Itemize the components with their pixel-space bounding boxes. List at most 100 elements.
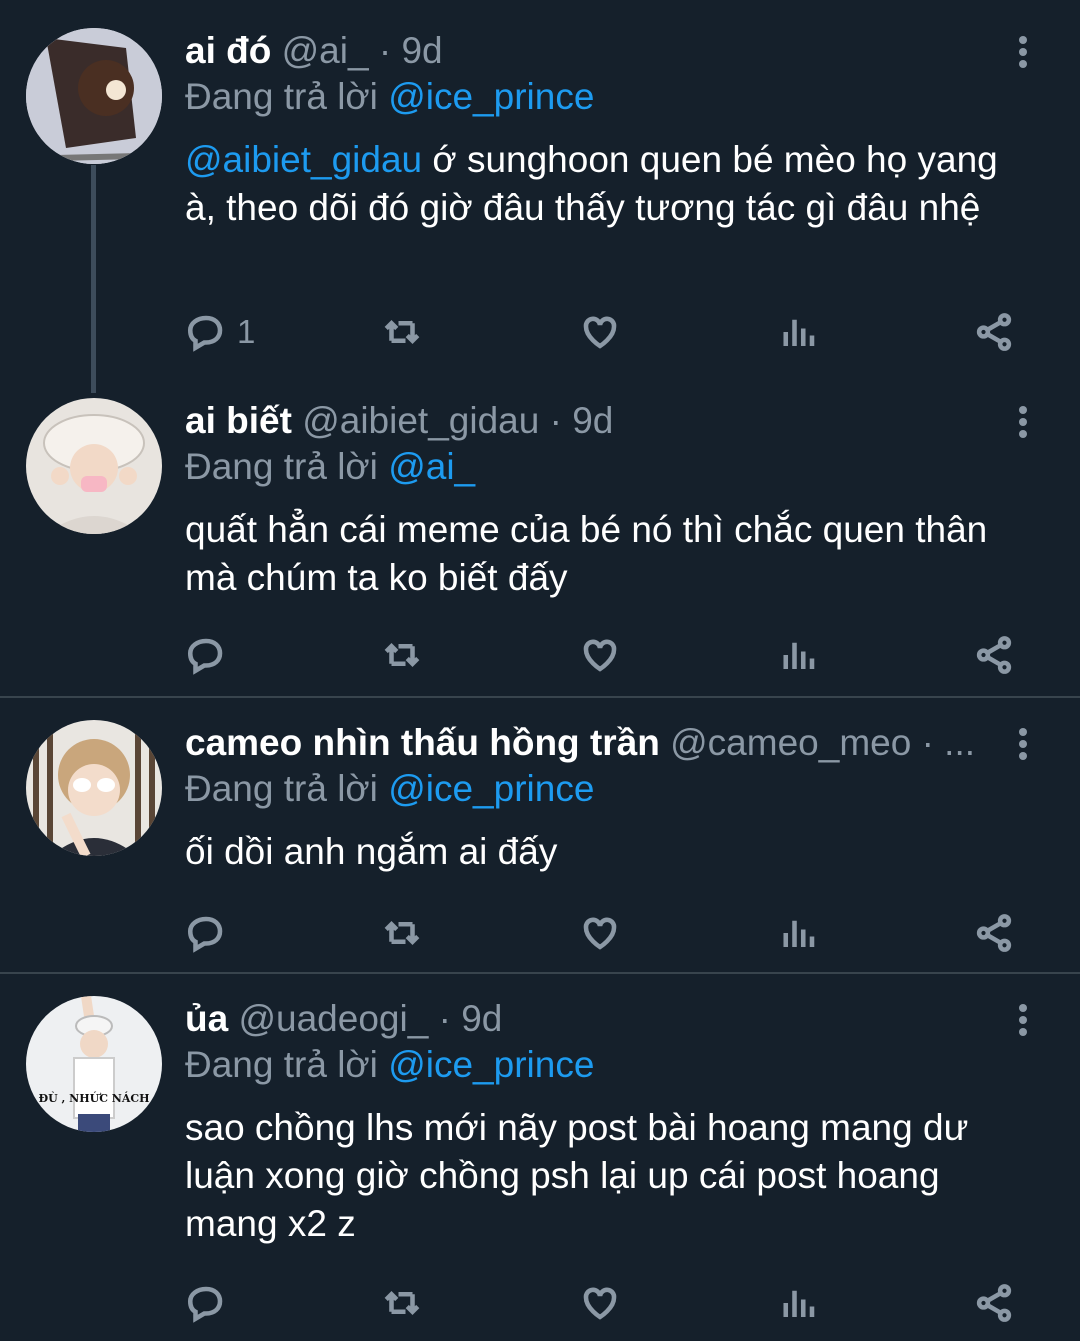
retweet-icon xyxy=(384,320,420,344)
share-icon xyxy=(976,636,1012,674)
views-button[interactable] xyxy=(777,307,819,357)
like-button[interactable] xyxy=(579,1278,621,1328)
action-bar: 1 xyxy=(185,307,1025,357)
like-button[interactable] xyxy=(579,630,621,680)
reply-button[interactable] xyxy=(185,630,227,680)
reply-mention[interactable]: @ice_prince xyxy=(388,1044,594,1085)
display-name[interactable]: ủa xyxy=(185,998,228,1039)
reply-mention[interactable]: @ice_prince xyxy=(388,768,594,809)
views-icon xyxy=(783,642,815,669)
retweet-button[interactable] xyxy=(381,630,423,680)
replying-to: Đang trả lời @ai_ xyxy=(185,444,1020,490)
replying-label: Đang trả lời xyxy=(185,76,378,117)
share-icon xyxy=(976,914,1012,952)
avatar-image xyxy=(26,398,162,534)
replying-label: Đang trả lời xyxy=(185,446,378,487)
views-icon xyxy=(783,1290,815,1317)
retweet-icon xyxy=(384,921,420,945)
avatar[interactable] xyxy=(26,720,162,856)
share-button[interactable] xyxy=(973,908,1015,958)
replying-to: Đang trả lời @ice_prince xyxy=(185,766,1020,812)
user-handle[interactable]: @uadeogi_ xyxy=(238,998,428,1039)
reply-button[interactable] xyxy=(185,908,227,958)
more-icon[interactable] xyxy=(1008,998,1038,1042)
replying-to: Đang trả lời @ice_prince xyxy=(185,74,1020,120)
reply-icon xyxy=(187,1286,223,1323)
more-icon[interactable] xyxy=(1008,722,1038,766)
tweet-header: ai đó @ai_ · 9d xyxy=(185,28,1020,74)
tweet-text: ối dồi anh ngắm ai đấy xyxy=(185,828,1020,876)
tweet[interactable]: ĐÙ , NHỨC NÁCH ủa @uadeogi_ · 9d Đang tr… xyxy=(0,974,1080,1341)
separator: · xyxy=(428,998,462,1039)
views-button[interactable] xyxy=(777,1278,819,1328)
timestamp[interactable]: 9d xyxy=(401,30,442,71)
timestamp[interactable]: 9d xyxy=(461,998,502,1039)
tweet-text: quất hẳn cái meme của bé nó thì chắc que… xyxy=(185,506,1020,602)
more-icon[interactable] xyxy=(1008,400,1038,444)
views-icon xyxy=(783,920,815,947)
reply-button[interactable]: 1 xyxy=(185,307,255,357)
tweet-text: sao chồng lhs mới nãy post bài hoang man… xyxy=(185,1104,1020,1248)
timestamp[interactable]: 9d xyxy=(572,400,613,441)
avatar[interactable]: ĐÙ , NHỨC NÁCH xyxy=(26,996,162,1132)
tweet-header: cameo nhìn thấu hồng trần @cameo_meo · .… xyxy=(185,720,1020,766)
like-icon xyxy=(583,1287,617,1320)
reply-button[interactable] xyxy=(185,1278,227,1328)
retweet-button[interactable] xyxy=(381,908,423,958)
retweet-icon xyxy=(384,1291,420,1315)
views-icon xyxy=(783,319,815,346)
like-icon xyxy=(583,917,617,950)
tweet[interactable]: ai đó @ai_ · 9d Đang trả lời @ice_prince… xyxy=(0,0,1080,380)
action-bar xyxy=(185,630,1025,680)
reply-icon xyxy=(187,916,223,953)
action-bar xyxy=(185,1278,1025,1328)
reply-feed: ai đó @ai_ · 9d Đang trả lời @ice_prince… xyxy=(0,0,1080,1341)
reply-icon xyxy=(187,315,223,352)
avatar-image xyxy=(26,28,162,164)
reply-count: 1 xyxy=(237,313,256,350)
share-button[interactable] xyxy=(973,1278,1015,1328)
avatar-caption: ĐÙ , NHỨC NÁCH xyxy=(38,1091,149,1105)
avatar-image xyxy=(26,720,162,856)
display-name[interactable]: cameo nhìn thấu hồng trần xyxy=(185,722,660,763)
retweet-icon xyxy=(384,643,420,667)
separator: · ... xyxy=(911,722,976,763)
user-handle[interactable]: @cameo_meo xyxy=(670,722,911,763)
replying-label: Đang trả lời xyxy=(185,1044,378,1085)
retweet-button[interactable] xyxy=(381,1278,423,1328)
replying-to: Đang trả lời @ice_prince xyxy=(185,1042,1020,1088)
body-mention[interactable]: @aibiet_gidau xyxy=(185,139,422,180)
display-name[interactable]: ai đó xyxy=(185,30,271,71)
tweet-text: @aibiet_gidau ớ sunghoon quen bé mèo họ … xyxy=(185,136,1020,232)
retweet-button[interactable] xyxy=(381,307,423,357)
body-text: ối dồi anh ngắm ai đấy xyxy=(185,831,558,872)
action-bar xyxy=(185,908,1025,958)
separator: · xyxy=(539,400,573,441)
avatar-image: ĐÙ , NHỨC NÁCH xyxy=(26,996,162,1132)
views-button[interactable] xyxy=(777,630,819,680)
reply-mention[interactable]: @ai_ xyxy=(388,446,475,487)
avatar[interactable] xyxy=(26,398,162,534)
reply-icon xyxy=(187,638,223,675)
like-button[interactable] xyxy=(579,908,621,958)
tweet-header: ủa @uadeogi_ · 9d xyxy=(185,996,1020,1042)
user-handle[interactable]: @ai_ xyxy=(282,30,369,71)
share-button[interactable] xyxy=(973,307,1015,357)
like-button[interactable] xyxy=(579,307,621,357)
share-button[interactable] xyxy=(973,630,1015,680)
share-icon xyxy=(976,313,1012,351)
replying-label: Đang trả lời xyxy=(185,768,378,809)
tweet[interactable]: cameo nhìn thấu hồng trần @cameo_meo · .… xyxy=(0,698,1080,972)
display-name[interactable]: ai biết xyxy=(185,400,292,441)
separator: · xyxy=(368,30,402,71)
like-icon xyxy=(583,639,617,672)
avatar[interactable] xyxy=(26,28,162,164)
more-icon[interactable] xyxy=(1008,30,1038,74)
tweet-header: ai biết @aibiet_gidau · 9d xyxy=(185,398,1020,444)
reply-mention[interactable]: @ice_prince xyxy=(388,76,594,117)
views-button[interactable] xyxy=(777,908,819,958)
user-handle[interactable]: @aibiet_gidau xyxy=(302,400,539,441)
tweet[interactable]: ai biết @aibiet_gidau · 9d Đang trả lời … xyxy=(0,390,1080,696)
body-text: sao chồng lhs mới nãy post bài hoang man… xyxy=(185,1107,969,1244)
share-icon xyxy=(976,1284,1012,1322)
